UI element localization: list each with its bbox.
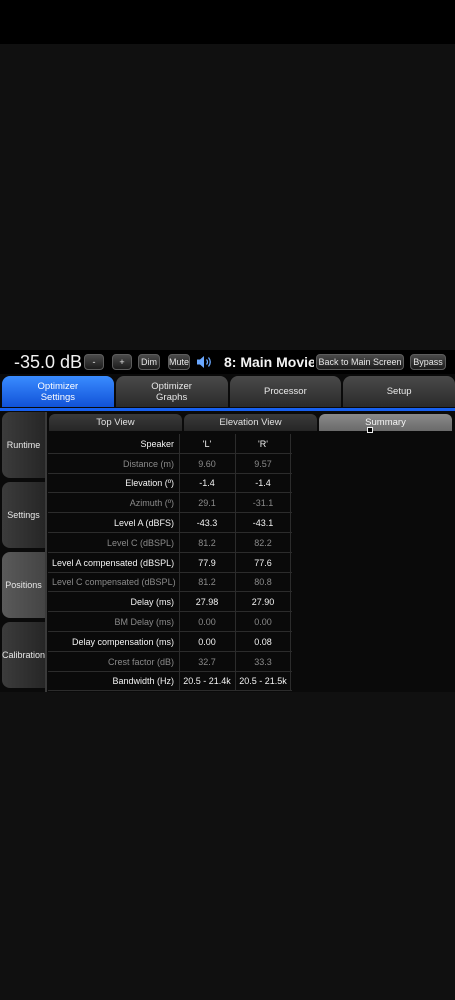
side-tab-positions[interactable]: Positions xyxy=(2,552,45,618)
tab-summary[interactable]: Summary xyxy=(319,414,452,431)
pointer-cursor-icon xyxy=(367,427,373,433)
table-row: Delay (ms) 27.98 27.90 xyxy=(48,592,292,613)
row-label: Level C compensated (dBSPL) xyxy=(52,577,176,588)
side-tab-runtime[interactable]: Runtime xyxy=(2,412,45,478)
row-right-value: 0.08 xyxy=(235,631,291,652)
row-right-value: -43.1 xyxy=(235,513,291,533)
row-label: Delay (ms) xyxy=(130,597,174,608)
table-row: Elevation (º) -1.4 -1.4 xyxy=(48,473,292,494)
row-right-value: 82.2 xyxy=(235,532,291,553)
tab-setup[interactable]: Setup xyxy=(343,376,455,407)
volume-up-button[interactable]: + xyxy=(112,354,132,370)
tab-elevation-view[interactable]: Elevation View xyxy=(184,414,317,431)
side-tab-settings[interactable]: Settings xyxy=(2,482,45,548)
row-label: Crest factor (dB) xyxy=(107,656,174,667)
table-row: Level A (dBFS) -43.3 -43.1 xyxy=(48,513,292,533)
table-header-row: Speaker 'L' 'R' xyxy=(48,434,292,454)
table-row: Distance (m) 9.60 9.57 xyxy=(48,453,292,474)
header-right-speaker: 'R' xyxy=(235,434,291,454)
row-right-value: 77.6 xyxy=(235,552,291,573)
mute-button[interactable]: Mute xyxy=(168,354,190,370)
side-tab-calibration[interactable]: Calibration xyxy=(2,622,45,688)
row-left-value: 81.2 xyxy=(179,532,234,553)
table-row: Bandwidth (Hz) 20.5 - 21.4k 20.5 - 21.5k xyxy=(48,671,292,692)
status-bar xyxy=(0,0,455,44)
tab-underline xyxy=(0,408,455,411)
row-label: Level C (dBSPL) xyxy=(106,537,174,548)
top-control-bar: -35.0 dB - + Dim Mute 8: Main Movie Back… xyxy=(0,350,455,374)
row-label: Distance (m) xyxy=(122,458,174,469)
row-label: Azimuth (º) xyxy=(129,498,174,509)
row-left-value: -43.3 xyxy=(179,513,234,533)
optimizer-app: -35.0 dB - + Dim Mute 8: Main Movie Back… xyxy=(0,350,455,692)
row-left-value: 81.2 xyxy=(179,572,234,593)
row-left-value: 29.1 xyxy=(179,493,234,514)
tab-top-view[interactable]: Top View xyxy=(49,414,182,431)
table-row: Delay compensation (ms) 0.00 0.08 xyxy=(48,631,292,652)
tab-optimizer-settings[interactable]: Optimizer Settings xyxy=(2,376,114,407)
row-right-value: 27.90 xyxy=(235,592,291,613)
back-to-main-screen-button[interactable]: Back to Main Screen xyxy=(316,354,404,370)
row-label: Bandwidth (Hz) xyxy=(112,676,174,687)
header-label: Speaker xyxy=(140,438,174,449)
summary-table: Speaker 'L' 'R' Distance (m) 9.60 9.57 E… xyxy=(48,434,292,692)
tab-optimizer-graphs[interactable]: Optimizer Graphs xyxy=(115,376,228,407)
row-label: Level A (dBFS) xyxy=(113,518,174,529)
speaker-icon[interactable] xyxy=(196,354,214,370)
volume-readout: -35.0 dB xyxy=(14,351,83,372)
row-left-value: -1.4 xyxy=(179,473,234,494)
row-left-value: 27.98 xyxy=(179,592,234,613)
row-right-value: -31.1 xyxy=(235,493,291,514)
row-label: BM Delay (ms) xyxy=(114,617,174,628)
row-label: Delay compensation (ms) xyxy=(71,636,174,647)
row-left-value: 9.60 xyxy=(179,453,234,474)
table-row: Level A compensated (dBSPL) 77.9 77.6 xyxy=(48,552,292,573)
row-left-value: 0.00 xyxy=(179,612,234,632)
row-left-value: 77.9 xyxy=(179,552,234,573)
row-label: Elevation (º) xyxy=(125,478,174,489)
volume-down-button[interactable]: - xyxy=(84,354,104,370)
table-row: BM Delay (ms) 0.00 0.00 xyxy=(48,612,292,632)
preset-name[interactable]: 8: Main Movie xyxy=(224,354,314,370)
row-right-value: 9.57 xyxy=(235,453,291,474)
main-tabs: Optimizer Settings Optimizer Graphs Proc… xyxy=(0,376,455,408)
table-row: Crest factor (dB) 32.7 33.3 xyxy=(48,651,292,672)
row-right-value: 33.3 xyxy=(235,651,291,672)
row-right-value: 80.8 xyxy=(235,572,291,593)
row-left-value: 32.7 xyxy=(179,651,234,672)
row-right-value: 20.5 - 21.5k xyxy=(235,671,291,692)
bypass-button[interactable]: Bypass xyxy=(410,354,446,370)
side-divider xyxy=(45,412,47,692)
row-right-value: 0.00 xyxy=(235,612,291,632)
table-row: Azimuth (º) 29.1 -31.1 xyxy=(48,493,292,514)
dim-button[interactable]: Dim xyxy=(138,354,160,370)
tab-processor[interactable]: Processor xyxy=(229,376,342,407)
row-label: Level A compensated (dBSPL) xyxy=(52,557,175,568)
row-left-value: 20.5 - 21.4k xyxy=(179,671,234,692)
table-row: Level C (dBSPL) 81.2 82.2 xyxy=(48,532,292,553)
row-right-value: -1.4 xyxy=(235,473,291,494)
header-left-speaker: 'L' xyxy=(179,434,234,454)
table-row: Level C compensated (dBSPL) 81.2 80.8 xyxy=(48,572,292,593)
row-left-value: 0.00 xyxy=(179,631,234,652)
